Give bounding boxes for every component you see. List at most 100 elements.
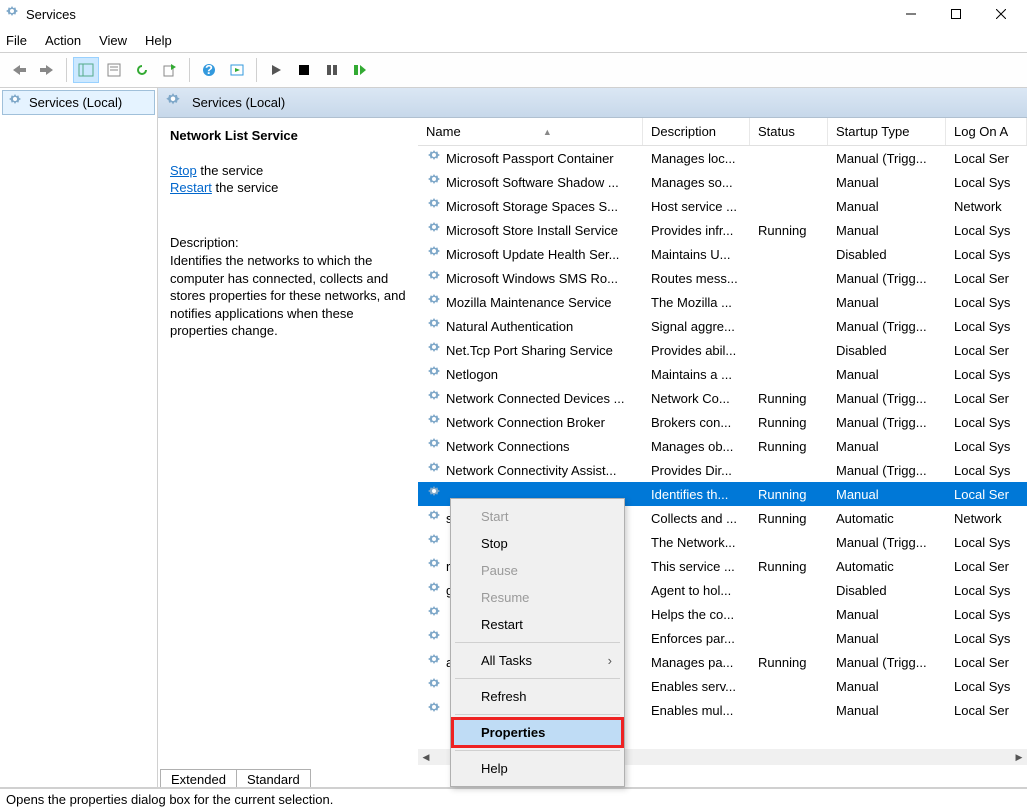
service-status-cell: Running — [750, 223, 828, 238]
service-row[interactable]: Network Connected Devices ...Network Co.… — [418, 386, 1027, 410]
service-logon-cell: Network — [946, 511, 1027, 526]
menu-view[interactable]: View — [99, 33, 127, 48]
service-desc-cell: Enables serv... — [643, 679, 750, 694]
service-startup-cell: Manual — [828, 223, 946, 238]
menu-help[interactable]: Help — [145, 33, 172, 48]
ctx-help[interactable]: Help — [453, 755, 622, 782]
col-name[interactable]: Name▲ — [418, 118, 643, 145]
menu-file[interactable]: File — [6, 33, 27, 48]
col-description[interactable]: Description — [643, 118, 750, 145]
help-button[interactable]: ? — [196, 57, 222, 83]
service-logon-cell: Local Sys — [946, 631, 1027, 646]
service-name-cell: Netlogon — [446, 367, 498, 382]
service-desc-cell: Agent to hol... — [643, 583, 750, 598]
stop-link[interactable]: Stop — [170, 163, 197, 178]
service-row[interactable]: NetlogonMaintains a ...ManualLocal Sys — [418, 362, 1027, 386]
service-desc-cell: Maintains U... — [643, 247, 750, 262]
main-header: Services (Local) — [158, 88, 1027, 118]
action-button[interactable] — [224, 57, 250, 83]
stop-line: Stop the service — [170, 163, 406, 178]
gear-icon — [426, 293, 442, 312]
service-logon-cell: Local Ser — [946, 271, 1027, 286]
gear-icon — [426, 653, 442, 672]
service-row[interactable]: Network Connection BrokerBrokers con...R… — [418, 410, 1027, 434]
service-row[interactable]: Microsoft Storage Spaces S...Host servic… — [418, 194, 1027, 218]
service-desc-cell: Provides infr... — [643, 223, 750, 238]
gear-icon — [426, 701, 442, 720]
col-startup-type[interactable]: Startup Type — [828, 118, 946, 145]
properties-button[interactable] — [101, 57, 127, 83]
service-row[interactable]: Microsoft Update Health Ser...Maintains … — [418, 242, 1027, 266]
ctx-restart[interactable]: Restart — [453, 611, 622, 638]
show-hide-tree-button[interactable] — [73, 57, 99, 83]
ctx-all-tasks[interactable]: All Tasks — [453, 647, 622, 674]
service-desc-cell: Manages ob... — [643, 439, 750, 454]
service-row[interactable]: Microsoft Passport ContainerManages loc.… — [418, 146, 1027, 170]
ctx-separator — [455, 678, 620, 679]
service-row[interactable]: Mozilla Maintenance ServiceThe Mozilla .… — [418, 290, 1027, 314]
gear-icon — [426, 389, 442, 408]
gear-icon — [426, 485, 442, 504]
ctx-separator — [455, 642, 620, 643]
maximize-button[interactable] — [933, 0, 978, 28]
service-row[interactable]: Network Connectivity Assist...Provides D… — [418, 458, 1027, 482]
export-button[interactable] — [157, 57, 183, 83]
col-status[interactable]: Status — [750, 118, 828, 145]
service-logon-cell: Local Ser — [946, 151, 1027, 166]
refresh-button[interactable] — [129, 57, 155, 83]
forward-button[interactable] — [34, 57, 60, 83]
gear-icon — [426, 149, 442, 168]
stop-service-button[interactable] — [291, 57, 317, 83]
service-name-cell: Network Connectivity Assist... — [446, 463, 617, 478]
services-icon — [4, 5, 20, 24]
service-logon-cell: Local Sys — [946, 607, 1027, 622]
service-logon-cell: Local Sys — [946, 439, 1027, 454]
scroll-right-icon[interactable]: ▶ — [1011, 749, 1027, 765]
ctx-refresh[interactable]: Refresh — [453, 683, 622, 710]
service-startup-cell: Manual — [828, 487, 946, 502]
service-desc-cell: Enforces par... — [643, 631, 750, 646]
service-logon-cell: Local Sys — [946, 367, 1027, 382]
service-desc-cell: The Mozilla ... — [643, 295, 750, 310]
gear-icon — [426, 245, 442, 264]
service-name-cell: Microsoft Passport Container — [446, 151, 614, 166]
status-bar: Opens the properties dialog box for the … — [0, 788, 1027, 810]
service-startup-cell: Manual (Trigg... — [828, 655, 946, 670]
service-name-cell: Microsoft Windows SMS Ro... — [446, 271, 618, 286]
pause-service-button[interactable] — [319, 57, 345, 83]
gear-icon — [426, 269, 442, 288]
ctx-properties[interactable]: Properties — [453, 719, 622, 746]
tree-pane: Services (Local) — [0, 88, 158, 787]
service-row[interactable]: Natural AuthenticationSignal aggre...Man… — [418, 314, 1027, 338]
service-startup-cell: Automatic — [828, 511, 946, 526]
service-logon-cell: Local Sys — [946, 319, 1027, 334]
tree-item-services-local[interactable]: Services (Local) — [2, 90, 155, 115]
service-desc-cell: Enables mul... — [643, 703, 750, 718]
close-button[interactable] — [978, 0, 1023, 28]
start-service-button[interactable] — [263, 57, 289, 83]
restart-link[interactable]: Restart — [170, 180, 212, 195]
service-startup-cell: Manual — [828, 199, 946, 214]
tab-standard[interactable]: Standard — [236, 769, 311, 787]
service-logon-cell: Local Sys — [946, 679, 1027, 694]
gear-icon — [426, 437, 442, 456]
service-logon-cell: Local Sys — [946, 583, 1027, 598]
service-row[interactable]: Net.Tcp Port Sharing ServiceProvides abi… — [418, 338, 1027, 362]
minimize-button[interactable] — [888, 0, 933, 28]
service-row[interactable]: Network ConnectionsManages ob...RunningM… — [418, 434, 1027, 458]
service-row[interactable]: Microsoft Store Install ServiceProvides … — [418, 218, 1027, 242]
service-status-cell: Running — [750, 487, 828, 502]
service-name-cell: Microsoft Storage Spaces S... — [446, 199, 618, 214]
service-row[interactable]: Microsoft Software Shadow ...Manages so.… — [418, 170, 1027, 194]
service-startup-cell: Manual (Trigg... — [828, 391, 946, 406]
col-log-on-as[interactable]: Log On A — [946, 118, 1027, 145]
back-button[interactable] — [6, 57, 32, 83]
tab-extended[interactable]: Extended — [160, 769, 237, 787]
service-row[interactable]: Microsoft Windows SMS Ro...Routes mess..… — [418, 266, 1027, 290]
service-startup-cell: Manual — [828, 703, 946, 718]
restart-service-button[interactable] — [347, 57, 373, 83]
context-menu: Start Stop Pause Resume Restart All Task… — [450, 498, 625, 787]
ctx-stop[interactable]: Stop — [453, 530, 622, 557]
menu-action[interactable]: Action — [45, 33, 81, 48]
scroll-left-icon[interactable]: ◀ — [418, 749, 434, 765]
